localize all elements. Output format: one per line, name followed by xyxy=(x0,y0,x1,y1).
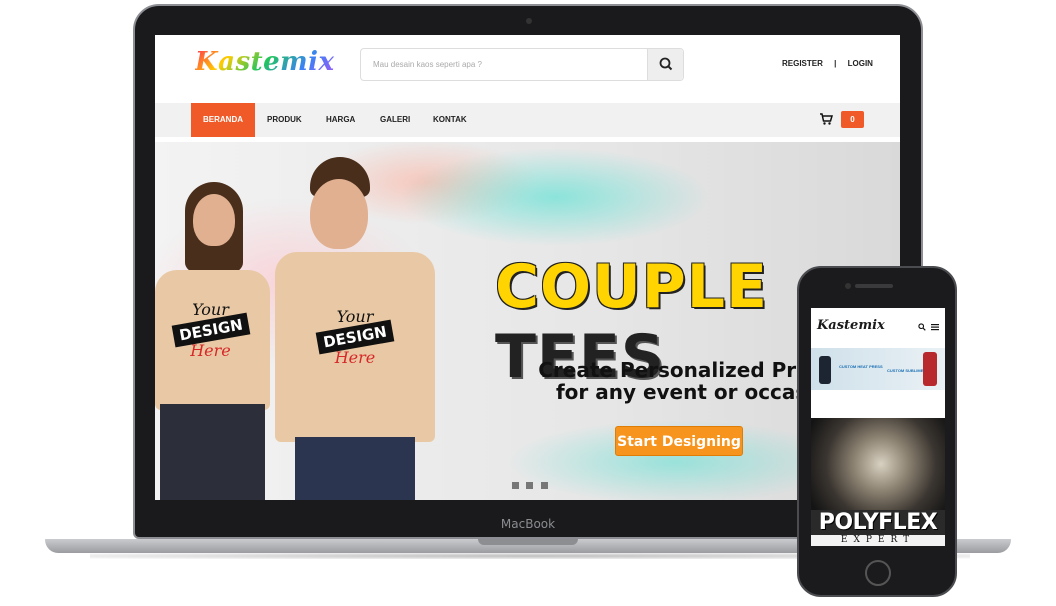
banner-model-right xyxy=(923,352,937,386)
mobile-banner[interactable]: CUSTOM HEAT PRESS CUSTOM SUBLIME xyxy=(811,348,945,390)
slider-dot-3[interactable] xyxy=(540,482,548,489)
auth-links: REGISTER | LOGIN xyxy=(782,59,873,68)
nav-item-kontak[interactable]: KONTAK xyxy=(421,103,479,137)
search-input[interactable] xyxy=(361,49,649,80)
banner-model-left xyxy=(819,356,831,384)
laptop-screen: Kastemix REGISTER | LOGIN BERANDA PRODUK… xyxy=(155,35,900,500)
model-man-face xyxy=(310,179,368,249)
nav-item-galeri[interactable]: GALERI xyxy=(368,103,422,137)
print-here: Here xyxy=(334,348,376,367)
polyflex-title: POLYFLEX xyxy=(818,510,938,535)
banner-label-heatpress: CUSTOM HEAT PRESS xyxy=(839,364,883,369)
slider-dot-2[interactable] xyxy=(526,482,534,489)
phone: Kastemix CUSTOM HEAT PRESS CUSTOM SUBLIM… xyxy=(797,266,957,597)
mobile-logo[interactable]: Kastemix xyxy=(817,318,885,333)
model-woman-pants xyxy=(160,404,265,500)
shirt-print-man: Your DESIGN Here xyxy=(300,307,410,367)
search-bar xyxy=(360,48,684,81)
polyflex-image xyxy=(811,418,945,510)
phone-screen: Kastemix CUSTOM HEAT PRESS CUSTOM SUBLIM… xyxy=(811,308,945,546)
login-link[interactable]: LOGIN xyxy=(848,59,873,68)
hero-slider: Your DESIGN Here Your DESIGN Here COUPLE xyxy=(155,142,900,500)
hamburger-menu-icon[interactable] xyxy=(931,323,939,331)
mobile-header: Kastemix xyxy=(811,308,945,348)
cart-count-badge[interactable]: 0 xyxy=(841,111,864,128)
search-icon xyxy=(659,57,673,71)
site-header: Kastemix REGISTER | LOGIN xyxy=(155,35,900,103)
banner-label-sublime: CUSTOM SUBLIME xyxy=(887,368,924,373)
slider-dot-1[interactable] xyxy=(512,482,519,489)
device-mockup: Kastemix REGISTER | LOGIN BERANDA PRODUK… xyxy=(0,0,1056,606)
mobile-search-icon[interactable] xyxy=(918,323,926,331)
model-man: Your DESIGN Here xyxy=(255,157,445,500)
camera-icon xyxy=(526,18,532,24)
phone-home-button[interactable] xyxy=(865,560,891,586)
hero-headline-part1: COUPLE xyxy=(495,252,768,322)
model-woman: Your DESIGN Here xyxy=(155,172,270,500)
register-link[interactable]: REGISTER xyxy=(782,59,823,68)
laptop-notch xyxy=(478,539,578,545)
nav-item-produk[interactable]: PRODUK xyxy=(255,103,314,137)
nav-item-beranda[interactable]: BERANDA xyxy=(191,103,255,137)
cart-icon xyxy=(820,113,834,125)
polyflex-subtitle: EXPERT xyxy=(811,535,945,546)
laptop-brand-label: MacBook xyxy=(500,517,556,531)
model-man-pants xyxy=(295,437,415,500)
cart-button[interactable] xyxy=(819,112,834,131)
polyflex-promo[interactable]: POLYFLEX EXPERT xyxy=(811,418,945,546)
site-logo[interactable]: Kastemix xyxy=(195,47,335,77)
model-woman-face xyxy=(193,194,235,246)
phone-camera-icon xyxy=(845,283,851,289)
main-nav: BERANDA PRODUK HARGA GALERI KONTAK 0 xyxy=(155,103,900,137)
search-button[interactable] xyxy=(647,49,683,80)
shirt-print-woman: Your DESIGN Here xyxy=(163,300,258,360)
start-designing-button[interactable]: Start Designing xyxy=(615,426,743,456)
slider-dots xyxy=(512,476,551,494)
phone-speaker xyxy=(855,284,893,288)
nav-item-harga[interactable]: HARGA xyxy=(314,103,367,137)
print-your: Your xyxy=(336,307,374,326)
site-logo-text: Kastemix xyxy=(195,47,335,77)
auth-separator: | xyxy=(834,59,837,68)
